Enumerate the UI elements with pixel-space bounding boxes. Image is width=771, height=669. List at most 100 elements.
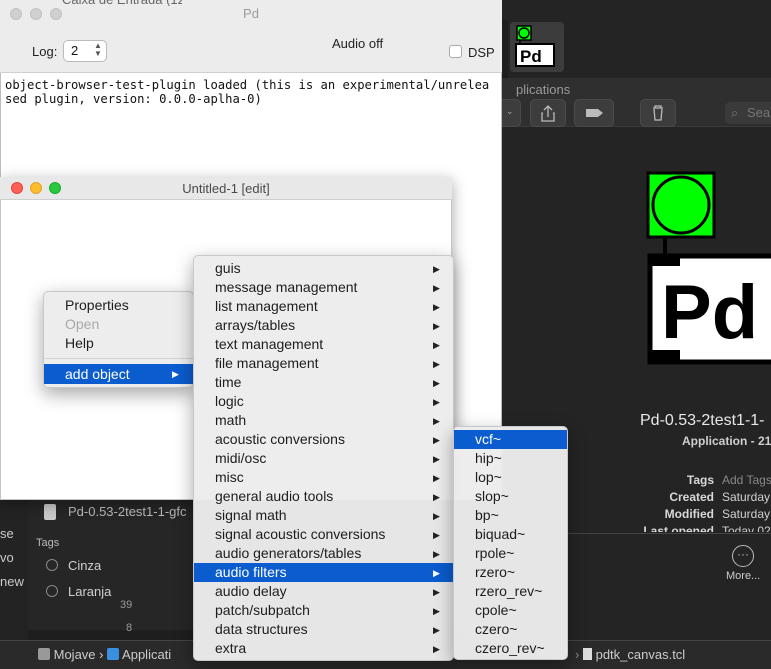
menu-separator	[44, 358, 193, 359]
disk-icon	[38, 648, 50, 660]
submenu-arrow-icon: ▶	[433, 416, 440, 426]
category-item[interactable]: arrays/tables	[215, 317, 295, 333]
submenu-arrow-icon: ▶	[433, 321, 440, 331]
category-item[interactable]: message management	[215, 279, 357, 295]
category-item[interactable]: logic	[215, 393, 244, 409]
trash-icon	[653, 105, 663, 121]
more-icon[interactable]: ···	[732, 545, 754, 567]
filter-item[interactable]: slop~	[475, 488, 509, 504]
left-partial-text-3: new	[0, 574, 24, 589]
submenu-arrow-icon: ▶	[433, 283, 440, 293]
dsp-label: DSP	[468, 45, 495, 60]
background-sidebar	[0, 500, 28, 640]
filter-item[interactable]: rpole~	[475, 545, 514, 561]
pd-app-icon: Pd	[646, 171, 771, 365]
left-partial-text-1: se	[0, 526, 14, 541]
canvas-title: Untitled-1 [edit]	[182, 181, 270, 196]
submenu-arrow-icon: ▶	[433, 606, 440, 616]
info-value-last-opened: Today 02	[722, 524, 771, 532]
trash-button[interactable]	[640, 99, 676, 127]
disk-image-icon	[44, 504, 56, 520]
more-label[interactable]: More...	[726, 570, 760, 582]
category-item[interactable]: signal acoustic conversions	[215, 526, 385, 542]
submenu-arrow-icon: ▶	[433, 435, 440, 445]
category-item[interactable]: extra	[215, 640, 246, 656]
info-key-tags: Tags	[686, 473, 714, 487]
category-item[interactable]: audio generators/tables	[215, 545, 361, 561]
path-bar-items: Mojave › Applicati	[38, 647, 171, 662]
submenu-arrow-icon: ▶	[433, 492, 440, 502]
submenu-arrow-icon: ▶	[172, 369, 179, 379]
number-8: 8	[126, 622, 133, 634]
info-key-last-opened: Last opened	[643, 524, 714, 532]
path-pdtk-label: pdtk_canvas.tcl	[595, 647, 686, 662]
path-applications[interactable]: Applicati	[122, 647, 171, 662]
category-item[interactable]: acoustic conversions	[215, 431, 345, 447]
dsp-checkbox[interactable]	[449, 45, 462, 58]
tag-cinza[interactable]: Cinza	[46, 558, 101, 573]
file-name[interactable]: Pd-0.53-2test1-1-gfc	[68, 504, 187, 519]
category-item[interactable]: audio filters	[215, 564, 287, 580]
submenu-arrow-icon: ▶	[433, 625, 440, 635]
applications-folder-icon	[107, 648, 120, 660]
filter-item[interactable]: vcf~	[475, 431, 501, 447]
category-item[interactable]: signal math	[215, 507, 287, 523]
tag-laranja[interactable]: Laranja	[46, 584, 111, 599]
filter-item[interactable]: czero~	[475, 621, 517, 637]
category-item[interactable]: audio delay	[215, 583, 287, 599]
finder-heading: plications	[516, 82, 571, 97]
svg-text:Pd: Pd	[661, 270, 758, 355]
category-item[interactable]: math	[215, 412, 246, 428]
menu-item-properties[interactable]: Properties	[65, 297, 129, 313]
filter-item[interactable]: rzero~	[475, 564, 515, 580]
path-pdtk[interactable]: › pdtk_canvas.tcl	[575, 647, 685, 662]
info-divider	[568, 533, 771, 534]
category-item[interactable]: midi/osc	[215, 450, 266, 466]
filter-item[interactable]: cpole~	[475, 602, 517, 618]
menu-item-help[interactable]: Help	[65, 335, 94, 351]
finder-search-input[interactable]: ⌕ Sea	[725, 102, 771, 124]
category-item[interactable]: text management	[215, 336, 323, 352]
category-item[interactable]: file management	[215, 355, 319, 371]
category-item[interactable]: time	[215, 374, 241, 390]
info-key-modified: Modified	[664, 507, 714, 521]
share-button[interactable]	[530, 99, 566, 127]
category-item[interactable]: general audio tools	[215, 488, 333, 504]
submenu-arrow-icon: ▶	[433, 264, 440, 274]
submenu-arrow-icon: ▶	[433, 397, 440, 407]
add-tags-field[interactable]: Add Tags	[722, 473, 771, 487]
pd-thumbnail[interactable]: Pd	[510, 22, 564, 72]
filter-item[interactable]: lop~	[475, 469, 502, 485]
filter-item[interactable]: biquad~	[475, 526, 525, 542]
filter-selected-highlight	[454, 430, 567, 449]
submenu-arrow-icon: ▶	[433, 587, 440, 597]
submenu-arrow-icon: ▶	[433, 644, 440, 654]
category-item[interactable]: misc	[215, 469, 244, 485]
category-item[interactable]: patch/subpatch	[215, 602, 310, 618]
info-value-created: Saturday	[722, 490, 771, 504]
submenu-arrow-icon: ▶	[433, 302, 440, 312]
filter-item[interactable]: hip~	[475, 450, 502, 466]
filter-item[interactable]: bp~	[475, 507, 499, 523]
info-key-created: Created	[669, 490, 714, 504]
info-value-modified: Saturday	[722, 507, 771, 521]
console-output: object-browser-test-plugin loaded (this …	[5, 78, 490, 106]
tag-circle-icon	[46, 559, 58, 571]
filter-item[interactable]: rzero_rev~	[475, 583, 542, 599]
category-item[interactable]: guis	[215, 260, 241, 276]
path-mojave[interactable]: Mojave	[54, 647, 96, 662]
search-icon: ⌕	[731, 105, 739, 120]
svg-text:Pd: Pd	[520, 47, 542, 66]
submenu-arrow-icon: ▶	[433, 340, 440, 350]
app-kind: Application - 21	[682, 434, 771, 448]
menu-item-add-object[interactable]: add object ▶	[44, 364, 193, 384]
submenu-arrow-icon: ▶	[433, 511, 440, 521]
left-partial-text-2: vo	[0, 550, 14, 565]
tag-button[interactable]	[574, 99, 614, 127]
category-item[interactable]: list management	[215, 298, 318, 314]
filter-item[interactable]: czero_rev~	[475, 640, 545, 656]
category-item[interactable]: data structures	[215, 621, 308, 637]
submenu-arrow-icon: ▶	[433, 568, 440, 578]
submenu-arrow-icon: ▶	[433, 530, 440, 540]
tags-label: Tags	[36, 537, 60, 549]
